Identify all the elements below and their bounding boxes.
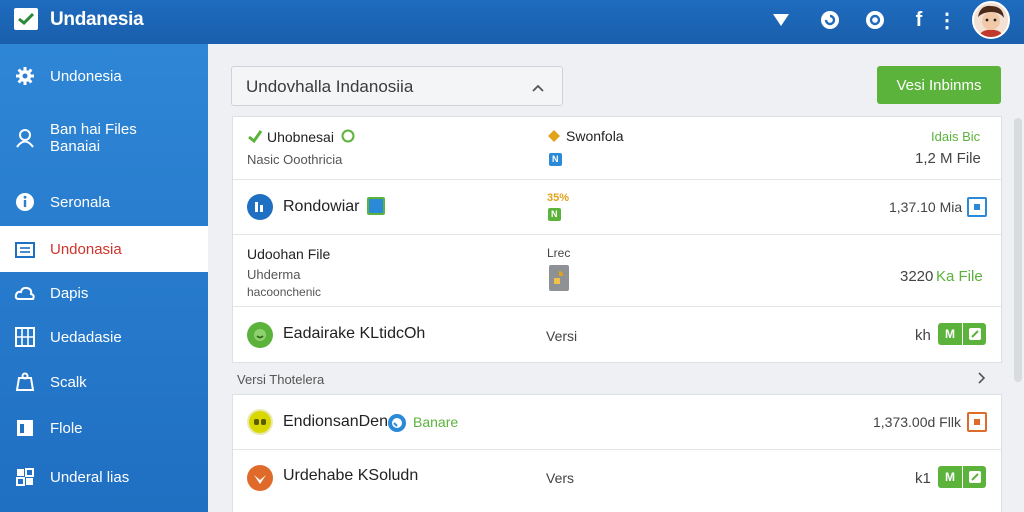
file-type-icon	[247, 194, 273, 220]
edit-icon[interactable]	[962, 323, 986, 345]
sidebar-item-label: Dapis	[50, 284, 89, 302]
row-mid-title: Versi	[546, 328, 578, 344]
table-row[interactable]: Uhobnesai Nasic Ooothricia Swonfola N Id…	[233, 117, 1001, 180]
expand-icon[interactable]	[967, 197, 987, 217]
row-mid-title: Lrec	[547, 246, 571, 260]
sidebar-item-dapis[interactable]: Dapis	[0, 271, 208, 315]
app-title: Undanesia	[50, 9, 144, 30]
table-row[interactable]: EndionsanDen Banare 1,373.00d Fllk	[233, 395, 1001, 450]
emoji-icon	[247, 409, 273, 435]
row-right: k1	[915, 470, 931, 487]
status-badge: N	[549, 153, 562, 166]
more-options-icon[interactable]: ⋮	[936, 9, 958, 32]
row-title: Udoohan File	[247, 246, 331, 262]
row-right-top: Idais Bic	[931, 129, 981, 144]
table-row[interactable]: Rondowiar 35% N 1,37.10 Mia	[233, 180, 1001, 235]
sidebar-item-undonesia[interactable]: Undonesia	[0, 54, 208, 98]
gear-icon	[14, 65, 36, 87]
bookmark-icon	[367, 197, 385, 215]
row-title: Uhobnesai	[267, 129, 334, 145]
section-label: Versi Thotelera	[237, 372, 325, 387]
status-badge: N	[548, 208, 561, 221]
row-title: Eadairake KLtidcOh	[283, 325, 426, 342]
row-subtitle: Uhderma	[247, 267, 301, 282]
file-list-card: Uhobnesai Nasic Ooothricia Swonfola N Id…	[232, 116, 1002, 363]
file-size: 1,37.10 Mia	[889, 199, 963, 215]
status-toggle[interactable]: M	[938, 323, 986, 345]
sidebar-item-scalk[interactable]: Scalk	[0, 360, 208, 404]
user-icon	[14, 127, 36, 149]
chevron-up-icon[interactable]	[532, 79, 544, 97]
primary-action-button[interactable]: Vesi Inbinms	[877, 66, 1001, 104]
sidebar-item-uedadasie[interactable]: Uedadasie	[0, 315, 208, 359]
row-mid-title: Swonfola	[566, 128, 624, 144]
check-circle-icon	[387, 413, 407, 438]
info-icon	[14, 191, 36, 213]
file-size-value: 3220	[900, 268, 934, 285]
search-value: Undovhalla Indanosiia	[246, 77, 414, 96]
row-percent: 35%	[547, 192, 570, 204]
sidebar-item-label: Flole	[50, 419, 83, 437]
vertical-scrollbar[interactable]	[1014, 118, 1022, 382]
sidebar-item-label: Seronala	[50, 193, 111, 211]
folder-icon	[14, 238, 36, 260]
row-mid-title: Vers	[546, 470, 575, 486]
smile-icon	[247, 322, 273, 348]
scale-icon	[14, 371, 36, 393]
search-dropdown[interactable]: Undovhalla Indanosiia	[231, 66, 563, 106]
sidebar-item-seronala[interactable]: Seronala	[0, 180, 208, 224]
app-logo-icon[interactable]	[14, 8, 38, 30]
toggle-label: M	[938, 323, 962, 345]
table-row[interactable]: Eadairake KLtidcOh Versi kh M	[233, 307, 1001, 363]
sidebar-item-underal-lias[interactable]: Underal lias	[0, 455, 208, 499]
row-right: kh	[915, 327, 931, 344]
refresh-icon[interactable]	[819, 9, 841, 31]
sidebar-item-label: Uedadasie	[50, 328, 122, 346]
sidebar-item-undonasia[interactable]: Undonasia	[0, 226, 208, 272]
chevron-right-icon[interactable]	[978, 371, 986, 387]
row-tag: Banare	[413, 414, 459, 430]
row-title: Rondowiar	[283, 198, 360, 215]
grid-icon	[14, 326, 36, 348]
sidebar-item-label: Underal lias	[50, 468, 130, 486]
table-row[interactable]: Udoohan File Uhderma hacoonchenic Lrec 3…	[233, 235, 1001, 307]
document-icon	[549, 265, 569, 291]
file-size: 1,373.00d Fllk	[873, 414, 961, 430]
dropdown-arrow-icon[interactable]	[770, 9, 792, 31]
status-ring-icon	[341, 129, 355, 148]
cloud-icon	[14, 282, 36, 304]
row-title: EndionsanDen	[283, 413, 388, 430]
leaf-icon	[247, 129, 263, 148]
row-subtitle: Nasic Ooothricia	[247, 152, 343, 167]
warning-icon[interactable]	[967, 412, 987, 432]
file-size: 1,2 M File	[915, 150, 981, 167]
fire-icon	[247, 465, 273, 491]
table-row[interactable]: Urdehabe KSoludn Vers k1 M	[233, 450, 1001, 506]
status-toggle[interactable]: M	[938, 466, 986, 488]
file-icon	[14, 417, 36, 439]
sidebar-item-files[interactable]: Ban hai Files Banaiai	[0, 108, 208, 168]
facebook-icon[interactable]: f	[908, 9, 930, 31]
diamond-icon	[547, 129, 561, 148]
sidebar-item-label: Ban hai Files Banaiai	[50, 121, 137, 155]
row-subtitle-2: hacoonchenic	[247, 285, 322, 299]
search-icon[interactable]	[864, 9, 886, 31]
row-title: Urdehabe KSoludn	[283, 467, 419, 484]
toggle-label: M	[938, 466, 962, 488]
edit-icon[interactable]	[962, 466, 986, 488]
top-bar: Undanesia f ⋮	[0, 0, 1024, 44]
sidebar-item-flole[interactable]: Flole	[0, 406, 208, 450]
avatar[interactable]	[972, 1, 1010, 39]
file-size-label: Ka File	[936, 268, 983, 285]
sidebar: Undonesia Ban hai Files Banaiai Seronala…	[0, 44, 208, 512]
settings-icon	[14, 466, 36, 488]
sidebar-item-label: Scalk	[50, 373, 87, 391]
file-list-card-2: EndionsanDen Banare 1,373.00d Fllk Urdeh…	[232, 394, 1002, 512]
sidebar-item-label: Undonasia	[50, 240, 122, 258]
sidebar-item-label: Undonesia	[50, 67, 122, 85]
